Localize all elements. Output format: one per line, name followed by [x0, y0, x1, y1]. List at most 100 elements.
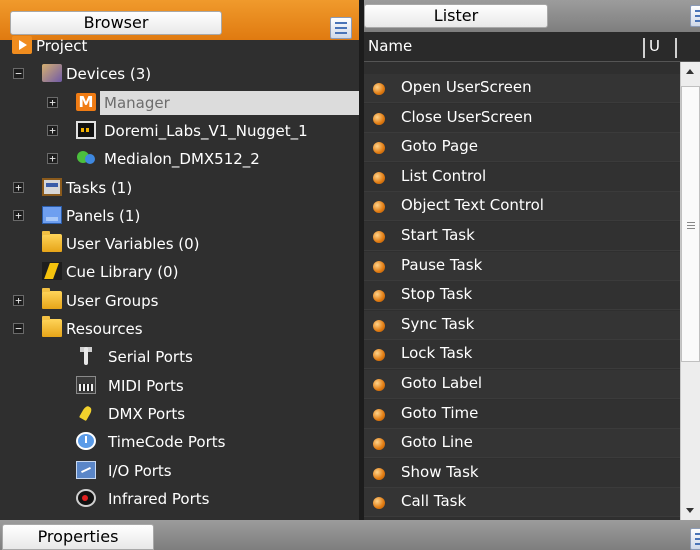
list-item[interactable]: Object Text Control: [364, 192, 680, 222]
column-divider[interactable]: [643, 38, 645, 58]
list-item-label: Goto Label: [401, 374, 483, 392]
list-item[interactable]: Lock Task: [364, 340, 680, 370]
medialon-device-icon: [76, 149, 96, 167]
list-item-label: List Control: [401, 166, 487, 185]
list-item[interactable]: Goto Page: [364, 133, 680, 163]
tree-item-label-box: Doremi_Labs_V1_Nugget_1: [100, 119, 359, 143]
infrared-port-icon: [76, 488, 96, 507]
doremi-device-icon: [76, 120, 96, 139]
list-item-label: Start Task: [401, 226, 475, 244]
command-bullet-icon: [373, 83, 385, 95]
cue-library-icon: [42, 262, 62, 281]
command-bullet-icon: [373, 112, 385, 125]
lister-tab-bar: Lister: [364, 0, 700, 32]
tree-item-medialon[interactable]: + Medialon_DMX512_2: [0, 144, 359, 172]
list-item[interactable]: List Control: [364, 162, 680, 192]
properties-tab[interactable]: Properties: [2, 524, 154, 550]
list-item[interactable]: Close UserScreen: [364, 103, 680, 133]
tree-item-label-box: User Variables (0): [62, 232, 359, 256]
command-bullet-icon: [373, 408, 385, 421]
tree-item-devices[interactable]: − Devices (3): [0, 59, 359, 87]
tree-item-label-box: MIDI Ports: [104, 374, 359, 398]
command-bullet-icon: [373, 497, 385, 510]
command-bullet-icon: [373, 201, 385, 214]
collapse-icon[interactable]: −: [13, 323, 24, 334]
manager-icon: M: [76, 92, 96, 111]
list-item-label: Goto Line: [401, 433, 473, 452]
list-item[interactable]: Pause Task: [364, 251, 680, 281]
folder-icon: [42, 316, 62, 337]
tree-item-timecode-ports[interactable]: TimeCode Ports: [0, 427, 359, 455]
list-item[interactable]: Goto Line: [364, 429, 680, 459]
tree-item-label: Serial Ports: [108, 348, 193, 367]
list-item[interactable]: Open UserScreen: [364, 74, 680, 103]
list-item[interactable]: Show Task: [364, 458, 680, 488]
tree-item-dmx-ports[interactable]: DMX Ports: [0, 399, 359, 427]
properties-panel-menu-icon[interactable]: [690, 528, 700, 550]
tree-item-doremi[interactable]: + Doremi_Labs_V1_Nugget_1: [0, 116, 359, 144]
scroll-up-arrow-icon[interactable]: [681, 62, 700, 82]
tree-item-label: Cue Library (0): [66, 263, 179, 282]
project-icon: [12, 36, 32, 54]
tree-item-manager[interactable]: + M Manager: [0, 88, 359, 116]
column-header-name[interactable]: Name: [368, 37, 412, 55]
expand-icon[interactable]: +: [13, 181, 24, 193]
list-item[interactable]: Goto Time: [364, 399, 680, 429]
list-item[interactable]: Start Task: [364, 222, 680, 251]
tree-item-label-box: DMX Ports: [104, 402, 359, 426]
command-bullet-icon: [373, 231, 385, 243]
list-item[interactable]: Stop Task: [364, 281, 680, 311]
lister-tab[interactable]: Lister: [364, 4, 548, 28]
tree-item-label: Infrared Ports: [108, 489, 210, 508]
column-header-u[interactable]: U: [649, 37, 660, 55]
list-item-label: Open UserScreen: [401, 78, 532, 96]
midi-port-icon: [76, 375, 96, 394]
list-item-label: Goto Page: [401, 137, 478, 156]
list-item[interactable]: Sync Task: [364, 310, 680, 340]
tree-item-serial-ports[interactable]: Serial Ports: [0, 342, 359, 370]
tree-item-label-box: User Groups: [62, 289, 359, 313]
expand-icon[interactable]: +: [47, 153, 58, 165]
tree-item-midi-ports[interactable]: MIDI Ports: [0, 371, 359, 399]
list-item-label: Goto Time: [401, 403, 479, 422]
tree-item-label-box: Resources: [62, 317, 359, 341]
lister-panel: Lister Name U Open UserScreen Close UserS…: [364, 0, 700, 520]
tree-item-label-box: TimeCode Ports: [104, 430, 359, 454]
lister-panel-menu-icon[interactable]: [690, 5, 700, 27]
expand-icon[interactable]: +: [13, 209, 24, 221]
tree-item-io-ports[interactable]: I/O Ports: [0, 456, 359, 484]
list-item[interactable]: Goto Label: [364, 370, 680, 399]
folder-icon: [42, 287, 62, 309]
tree-item-project[interactable]: Project: [0, 31, 359, 59]
tree-item-label: DMX Ports: [108, 404, 186, 423]
tree-item-label: TimeCode Ports: [108, 433, 226, 452]
tree-item-label-box: Devices (3): [62, 62, 359, 86]
expand-icon[interactable]: +: [13, 294, 24, 306]
tree-item-label-box: Cue Library (0): [62, 260, 359, 284]
scrollbar-thumb[interactable]: [681, 86, 700, 362]
tree-item-panels[interactable]: + Panels (1): [0, 201, 359, 229]
tree-item-infrared-ports[interactable]: Infrared Ports: [0, 484, 359, 512]
expand-icon[interactable]: +: [47, 96, 58, 108]
folder-icon: [42, 231, 62, 253]
tasks-icon: [42, 177, 62, 196]
list-header: Name U: [364, 32, 700, 62]
tree-item-cue-library[interactable]: Cue Library (0): [0, 257, 359, 285]
tree-item-user-variables[interactable]: User Variables (0): [0, 229, 359, 257]
scroll-down-arrow-icon[interactable]: [681, 500, 700, 520]
expand-icon[interactable]: +: [47, 124, 58, 136]
tree-item-user-groups[interactable]: + User Groups: [0, 286, 359, 314]
list-item-label: Stop Task: [401, 285, 473, 304]
list-item[interactable]: Call Task: [364, 488, 680, 518]
tree-item-label-box: Project: [32, 34, 359, 58]
collapse-icon[interactable]: −: [13, 68, 24, 80]
list-item-label: Object Text Control: [401, 196, 544, 215]
tree-item-tasks[interactable]: + Tasks (1): [0, 173, 359, 201]
vertical-scrollbar[interactable]: [680, 62, 700, 520]
project-tree: Project − Devices (3) + M Manager + Doremi_Labs…: [0, 32, 359, 520]
column-divider[interactable]: [675, 38, 677, 58]
tree-item-label: User Groups: [66, 291, 159, 310]
tree-item-resources[interactable]: − Resources: [0, 314, 359, 342]
command-bullet-icon: [373, 260, 385, 273]
tree-item-label: Project: [36, 37, 88, 55]
